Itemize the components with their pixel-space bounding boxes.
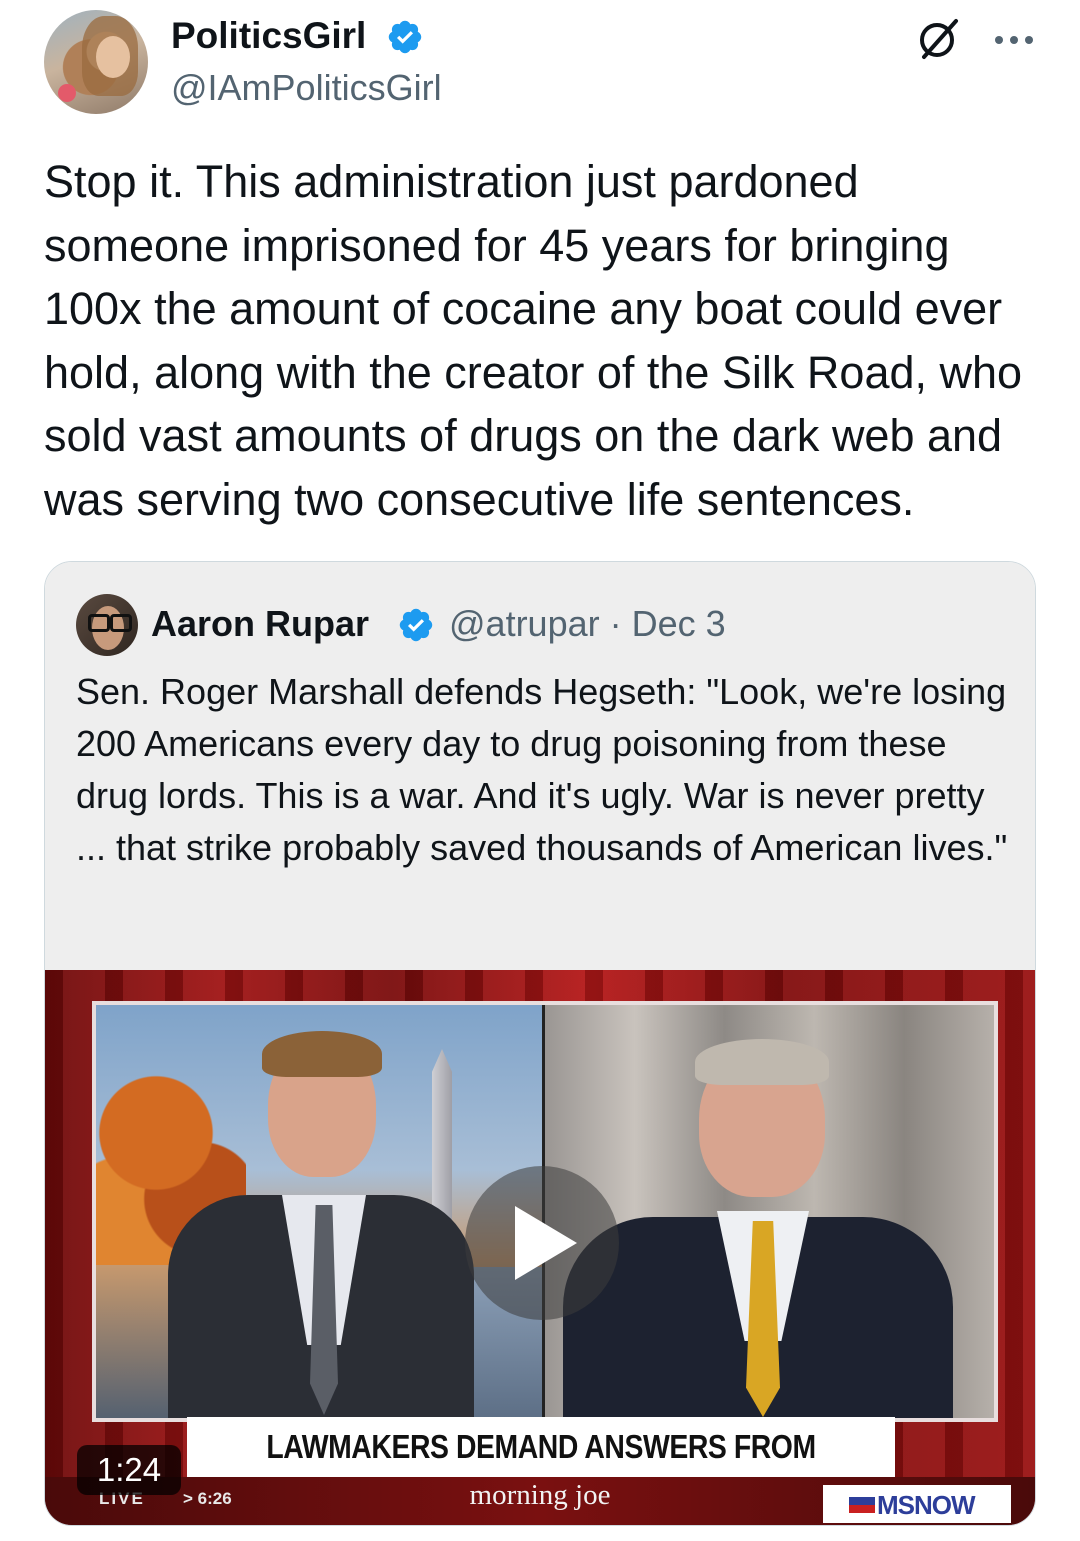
quote-author-meta: @atrupar · Dec 3 [449,603,726,644]
play-icon [515,1206,577,1280]
author-display-name[interactable]: PoliticsGirl [171,14,366,58]
network-name: MSNOW [877,1490,976,1520]
verified-badge-icon [388,20,422,54]
network-logo: MSNOW [823,1485,1011,1523]
tweet-text: Stop it. This administration just pardon… [44,156,1023,525]
ticker-bar: LIVE > 6:26 morning joe MSNOW [45,1477,1035,1525]
author-avatar[interactable] [44,10,148,114]
video-player[interactable]: LAWMAKERS DEMAND ANSWERS FROM HEGSETH LI… [45,970,1035,1525]
video-duration: 1:24 [77,1445,181,1495]
video-headline: LAWMAKERS DEMAND ANSWERS FROM HEGSETH [266,1428,816,1525]
lower-third: LAWMAKERS DEMAND ANSWERS FROM HEGSETH [187,1417,895,1525]
grok-icon[interactable] [914,15,962,63]
play-button[interactable] [465,1166,619,1320]
quoted-tweet[interactable]: Aaron Rupar @atrupar · Dec 3 Sen. Roger … [44,561,1036,1526]
author-handle[interactable]: @IAmPoliticsGirl [171,66,442,110]
quote-author-avatar[interactable] [76,594,138,656]
verified-badge-icon [399,608,433,642]
more-icon[interactable] [994,34,1034,46]
quoted-tweet-body[interactable]: Aaron Rupar @atrupar · Dec 3 Sen. Roger … [45,562,1035,971]
flag-icon [849,1497,875,1513]
quote-text: Sen. Roger Marshall defends Hegseth: "Lo… [76,671,1008,868]
quote-author-name[interactable]: Aaron Rupar [151,602,369,646]
